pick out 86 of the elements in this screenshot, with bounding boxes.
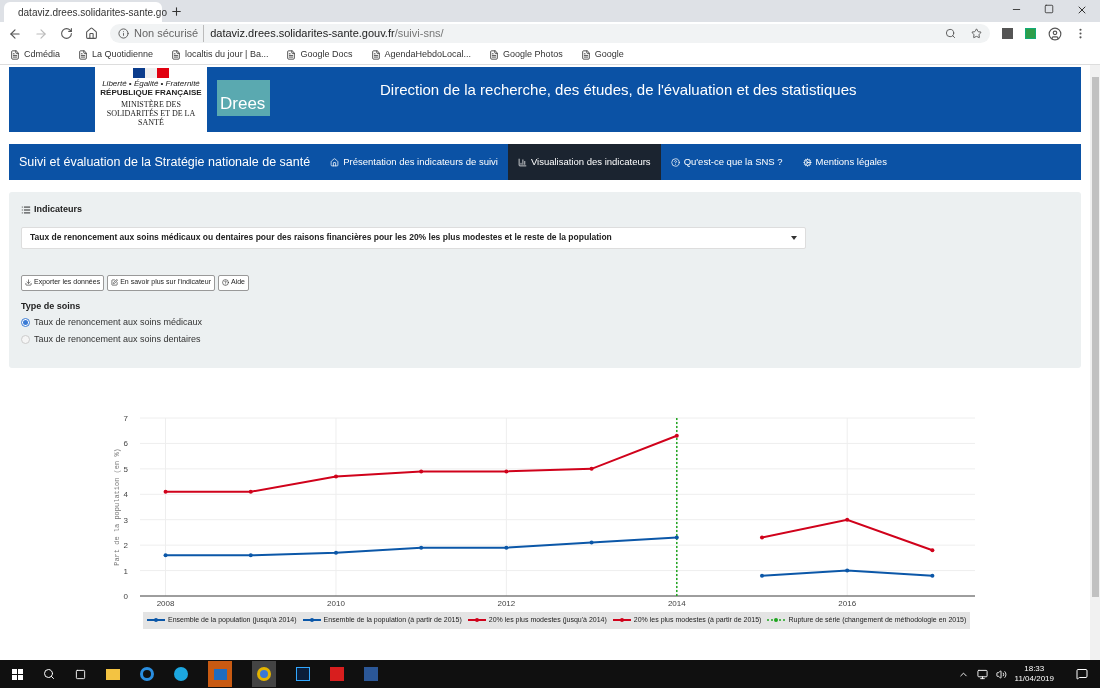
y-tick-label: 1 [123,566,128,576]
bookmark[interactable]: AgendaHebdoLocal... [370,47,472,62]
button-icon [25,279,32,286]
site-title: Direction de la recherche, des études, de l'évaluation et des statistiques [380,80,857,100]
back-icon[interactable] [8,26,22,41]
bookmark-icon [10,49,20,60]
republic-text: RÉPUBLIQUE FRANÇAISE [100,88,202,97]
bookmark-icon [370,49,381,60]
y-tick-label: 7 [123,414,128,423]
star-icon[interactable] [971,28,982,39]
radio-group-label: Type de soins [21,299,82,313]
app-icon[interactable] [174,667,188,681]
bookmark[interactable]: Google [580,47,624,62]
y-tick-label: 3 [123,515,128,525]
nav-link[interactable]: Visualisation des indicateurs [507,144,661,180]
x-tick-label: 2008 [156,599,175,608]
bookmark[interactable]: La Quotidienne [78,47,154,62]
legend-line-icon [147,617,165,624]
bookmark[interactable]: Google Docs [286,47,353,62]
motto-text: Liberté • Égalité • Fraternité [102,79,200,88]
nav-icon [330,157,340,167]
network-icon[interactable] [976,668,988,680]
legend-line-icon [612,617,631,624]
chrome-browser-icon[interactable] [252,661,276,687]
button-icon [111,279,119,286]
security-label: Non sécurisé [134,26,199,42]
bookmark-icon [580,49,591,60]
nav-icon [802,157,812,167]
y-tick-label: 5 [123,464,128,474]
task-view-icon[interactable] [75,668,86,680]
nav-icon [517,157,527,167]
y-tick-label: 4 [123,490,128,500]
panel-heading: Indicateurs [34,203,82,216]
x-tick-label: 2012 [497,599,516,608]
new-tab-icon[interactable] [170,5,183,18]
address-bar[interactable]: Non sécurisé dataviz.drees.solidarites-sante.gouv.fr/suivi-sns/ [110,24,990,43]
bookmark[interactable]: localtis du jour | Ba... [171,47,269,62]
url-text: dataviz.drees.solidarites-sante.gouv.fr/suivi-sns/ [203,25,444,42]
radio-option[interactable]: Taux de renoncement aux soins médicaux [21,316,1069,330]
start-icon[interactable] [12,668,23,680]
dropdown-caret-icon [791,235,797,240]
reload-icon[interactable] [60,27,73,40]
x-tick-label: 2010 [327,599,345,608]
nav-link[interactable]: Présentation des indicateurs de suivi [320,144,508,180]
x-tick-label: 2016 [838,599,857,608]
legend-dotted-line-icon [767,617,786,624]
brand-title[interactable]: Suivi et évaluation de la Stratégie nationale de santé [9,152,321,172]
x-tick-label: 2014 [667,599,686,608]
nav-link[interactable]: Mentions légales [792,144,897,180]
zoom-icon[interactable] [945,28,956,39]
legend-line-icon [467,617,486,624]
ministry-text: MINISTÈRE DES SOLIDARITÉS ET DE LA SANTÉ [105,100,197,127]
list-icon [21,204,31,215]
drees-logo: Drees [217,80,270,116]
bookmark-icon [489,49,500,60]
tab-title: dataviz.drees.solidarites-sante.go [18,5,167,20]
legend-line-icon [302,617,321,624]
button-icon [222,279,229,286]
nav-link[interactable]: Qu'est-ce que la SNS ? [660,144,793,180]
bookmark-icon [78,49,89,60]
clock-time: 18:33 [1024,664,1045,674]
profile-icon[interactable] [1048,26,1062,41]
radio-option[interactable]: Taux de renoncement aux soins dentaires [21,332,1069,346]
y-tick-label: 0 [123,592,128,601]
y-tick-label: 6 [123,439,128,449]
restore-icon[interactable] [1044,4,1054,14]
info-icon [118,28,129,39]
search-icon[interactable] [43,668,55,680]
nav-icon [670,157,680,167]
bookmark[interactable]: Google Photos [489,47,563,62]
bookmark-icon [171,49,182,60]
browser-icon[interactable] [140,667,154,681]
close-window-icon[interactable] [1076,4,1088,16]
image-editor-icon[interactable] [296,667,310,681]
folder-icon[interactable] [106,668,120,680]
home-icon[interactable] [85,27,98,40]
bookmark[interactable]: Cdmédia [10,47,61,62]
indicator-select[interactable]: Taux de renoncement aux soins médicaux ou dentaires pour des raisons financières pour les 20% les plus modestes et le reste de la population [21,226,806,249]
flag-icon [133,68,169,78]
radio-button[interactable] [21,334,30,344]
y-tick-label: 2 [123,541,128,551]
volume-icon[interactable] [995,668,1007,680]
notification-icon[interactable] [1076,668,1088,680]
clock-date: 11/04/2019 [1014,674,1054,684]
bookmark-icon [286,49,297,60]
radio-button[interactable] [21,318,30,328]
